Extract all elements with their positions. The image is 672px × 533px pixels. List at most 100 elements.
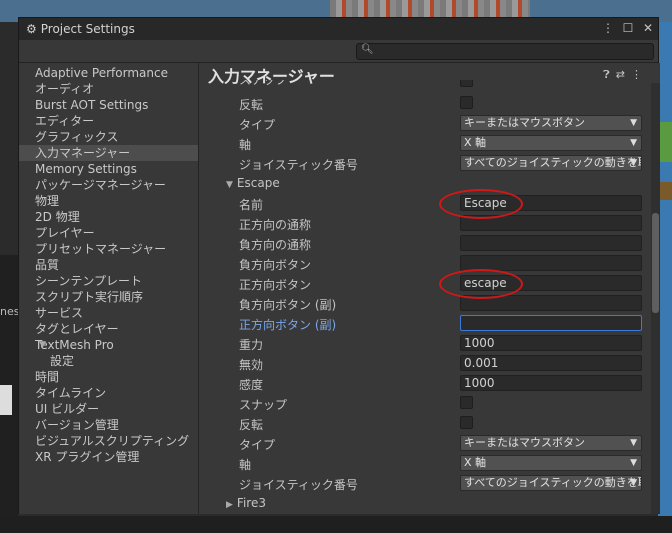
sidebar-item-quality[interactable]: 品質: [19, 257, 198, 273]
row-label: 正方向ボタン: [239, 278, 312, 292]
row-label: 負方向ボタン: [239, 258, 312, 272]
axis-dropdown[interactable]: X 軸 ▼: [460, 135, 642, 151]
sensitivity-field[interactable]: 1000: [460, 375, 642, 391]
cube-icon: [0, 385, 12, 415]
row-dead: 無効 0.001: [199, 355, 660, 373]
dead-field[interactable]: 0.001: [460, 355, 642, 371]
row-label: 正方向の通称: [239, 218, 312, 232]
more-options-icon[interactable]: ⋮: [602, 21, 614, 35]
row-type: タイプ キーまたはマウスボタン ▼: [199, 435, 660, 453]
invert-checkbox[interactable]: [460, 96, 473, 109]
sidebar-item-player[interactable]: プレイヤー: [19, 225, 198, 241]
dirt-block: [658, 182, 672, 200]
sidebar-item-physics-2d[interactable]: 2D 物理: [19, 209, 198, 225]
row-invert: 反転: [199, 415, 660, 433]
invert-checkbox[interactable]: [460, 416, 473, 429]
sidebar-item-package-manager[interactable]: パッケージマネージャー: [19, 177, 198, 193]
sidebar-item-editor[interactable]: エディター: [19, 113, 198, 129]
row-negative-name: 負方向の通称: [199, 235, 660, 253]
settings-sidebar: Adaptive Performance オーディオ Burst AOT Set…: [19, 63, 199, 514]
row-label: スナップ: [239, 80, 288, 87]
row-axis-prev: 軸 X 軸 ▼: [199, 135, 660, 153]
chevron-down-icon: ▼: [630, 158, 637, 168]
row-label: 正方向ボタン (副): [239, 318, 337, 332]
row-label: 軸: [239, 138, 252, 152]
sidebar-item-memory-settings[interactable]: Memory Settings: [19, 161, 198, 177]
sidebar-item-visual-scripting[interactable]: ビジュアルスクリプティング: [19, 433, 198, 449]
sidebar-item-adaptive-performance[interactable]: Adaptive Performance: [19, 65, 198, 81]
sidebar-item-script-execution-order[interactable]: スクリプト実行順序: [19, 289, 198, 305]
snap-checkbox[interactable]: [460, 396, 473, 409]
expand-arrow-icon[interactable]: ▼: [23, 337, 46, 353]
sidebar-item-timeline[interactable]: タイムライン: [19, 385, 198, 401]
sidebar-item-scene-template[interactable]: シーンテンプレート: [19, 273, 198, 289]
sidebar-item-tags-layers[interactable]: タグとレイヤー: [19, 321, 198, 337]
foldout-escape[interactable]: ▼ Escape: [199, 175, 660, 193]
row-label: 負方向ボタン (副): [239, 298, 337, 312]
sidebar-item-ui-builder[interactable]: UI ビルダー: [19, 401, 198, 417]
vertical-scrollbar[interactable]: [651, 83, 660, 514]
gear-icon: ⚙: [26, 22, 37, 36]
row-label: 感度: [239, 378, 264, 392]
sidebar-item-services[interactable]: サービス: [19, 305, 198, 321]
foldout-fire3[interactable]: ▶ Fire3: [199, 495, 660, 513]
sidebar-item-time[interactable]: 時間: [19, 369, 198, 385]
chevron-down-icon: ▼: [630, 118, 637, 128]
window-title-text: Project Settings: [40, 22, 135, 36]
row-sensitivity: 感度 1000: [199, 375, 660, 393]
sidebar-item-textmesh-pro[interactable]: ▼ TextMesh Pro: [19, 337, 198, 353]
input-manager-panel: 入力マネージャー ❓︎ ⇄ ⋮ スナップ 反転 タイプ キーまたはマウスボタン ▼…: [199, 63, 660, 514]
sidebar-item-textmesh-settings[interactable]: 設定: [19, 353, 198, 369]
row-label: 無効: [239, 358, 264, 372]
scene-right-edge: [658, 22, 672, 533]
gravity-field[interactable]: 1000: [460, 335, 642, 351]
sidebar-item-input-manager[interactable]: 入力マネージャー: [19, 145, 198, 161]
foldout-label: ▼ Escape: [226, 176, 280, 190]
type-dropdown[interactable]: キーまたはマウスボタン ▼: [460, 115, 642, 131]
row-snap-clipped: スナップ: [199, 80, 660, 88]
sidebar-item-xr-plugin[interactable]: XR プラグイン管理: [19, 449, 198, 465]
sidebar-item-version-control[interactable]: バージョン管理: [19, 417, 198, 433]
joystick-dropdown[interactable]: すべてのジョイスティックの動きを取得 ▼: [460, 155, 642, 171]
row-positive-button-alt: 正方向ボタン (副): [199, 315, 660, 333]
joystick-dropdown[interactable]: すべてのジョイスティックの動きを取得 ▼: [460, 475, 642, 491]
row-label: 反転: [239, 98, 264, 112]
row-joystick-prev: ジョイスティック番号 すべてのジョイスティックの動きを取得 ▼: [199, 155, 660, 173]
negative-name-field[interactable]: [460, 235, 642, 251]
axis-dropdown[interactable]: X 軸 ▼: [460, 455, 642, 471]
row-invert-prev: 反転: [199, 95, 660, 113]
expand-arrow-icon: ▼: [226, 180, 233, 190]
background-panel-left: nes: [0, 255, 19, 533]
sidebar-item-graphics[interactable]: グラフィックス: [19, 129, 198, 145]
chevron-down-icon: ▼: [630, 438, 637, 448]
row-label: タイプ: [239, 118, 276, 132]
row-label: ジョイスティック番号: [239, 158, 358, 172]
row-negative-button-alt: 負方向ボタン (副): [199, 295, 660, 313]
snap-checkbox[interactable]: [460, 80, 473, 87]
maximize-icon[interactable]: ☐: [622, 21, 634, 35]
row-label: 負方向の通称: [239, 238, 312, 252]
sidebar-item-preset-manager[interactable]: プリセットマネージャー: [19, 241, 198, 257]
sidebar-item-physics[interactable]: 物理: [19, 193, 198, 209]
row-axis: 軸 X 軸 ▼: [199, 455, 660, 473]
alt-positive-button-field[interactable]: [460, 315, 642, 331]
type-dropdown[interactable]: キーまたはマウスボタン ▼: [460, 435, 642, 451]
row-type-prev: タイプ キーまたはマウスボタン ▼: [199, 115, 660, 133]
grass-block: [658, 122, 672, 162]
project-settings-window: ⚙ Project Settings ⋮ ☐ ✕ 🔍︎ Adaptive Per…: [18, 17, 660, 514]
scene-tiles: [330, 0, 530, 18]
window-titlebar[interactable]: ⚙ Project Settings ⋮ ☐ ✕: [19, 18, 658, 40]
row-positive-name: 正方向の通称: [199, 215, 660, 233]
row-name: 名前 Escape: [199, 195, 660, 213]
foldout-label: ▶ Fire3: [226, 496, 266, 510]
close-icon[interactable]: ✕: [642, 21, 654, 35]
scrollbar-thumb[interactable]: [652, 213, 659, 313]
search-input[interactable]: 🔍︎: [356, 43, 654, 60]
row-label: スナップ: [239, 398, 288, 412]
window-title: ⚙ Project Settings: [26, 22, 135, 36]
search-icon: 🔍︎: [361, 44, 374, 55]
sidebar-item-audio[interactable]: オーディオ: [19, 81, 198, 97]
expand-arrow-icon: ▶: [226, 500, 233, 510]
row-label: 反転: [239, 418, 264, 432]
sidebar-item-burst-aot[interactable]: Burst AOT Settings: [19, 97, 198, 113]
